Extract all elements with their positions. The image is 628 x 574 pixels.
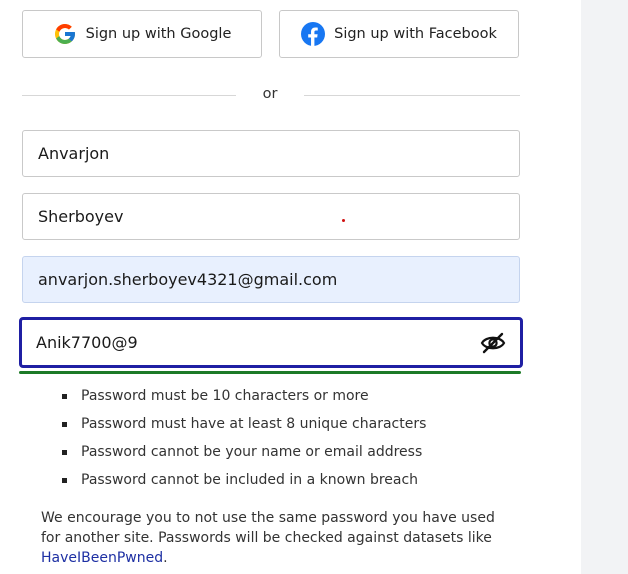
password-rule: Password must have at least 8 unique cha… (62, 414, 426, 442)
right-panel (581, 0, 628, 574)
password-strength-bar (19, 371, 521, 374)
facebook-button-label: Sign up with Facebook (334, 26, 497, 42)
divider-line-left (22, 95, 236, 96)
first-name-field[interactable]: Anvarjon (22, 130, 520, 177)
or-divider-text: or (262, 86, 278, 102)
password-rule: Password must be 10 characters or more (62, 386, 426, 414)
eye-slash-icon[interactable] (480, 332, 506, 354)
password-rule: Password cannot be your name or email ad… (62, 442, 426, 470)
red-dot-mark (342, 219, 345, 222)
bullet-icon (62, 422, 67, 427)
password-value: Anik7700@9 (36, 333, 138, 352)
note-text: We encourage you to not use the same pas… (41, 510, 495, 546)
sign-up-with-google-button[interactable]: Sign up with Google (22, 10, 262, 58)
haveibeenpwned-link[interactable]: HaveIBeenPwned (41, 550, 163, 566)
facebook-logo-icon (301, 22, 326, 46)
password-rules-list: Password must be 10 characters or more P… (62, 386, 426, 498)
email-field[interactable]: anvarjon.sherboyev4321@gmail.com (22, 256, 520, 303)
google-logo-icon (53, 22, 77, 46)
sign-up-with-facebook-button[interactable]: Sign up with Facebook (279, 10, 519, 58)
email-value: anvarjon.sherboyev4321@gmail.com (38, 270, 338, 289)
google-button-label: Sign up with Google (85, 26, 232, 42)
password-rule: Password cannot be included in a known b… (62, 470, 426, 498)
last-name-value: Sherboyev (38, 207, 124, 226)
password-reuse-note: We encourage you to not use the same pas… (41, 508, 511, 568)
note-suffix: . (163, 550, 168, 566)
last-name-field[interactable]: Sherboyev (22, 193, 520, 240)
bullet-icon (62, 478, 67, 483)
bullet-icon (62, 450, 67, 455)
divider-line-right (304, 95, 520, 96)
password-field[interactable]: Anik7700@9 (19, 317, 523, 368)
bullet-icon (62, 394, 67, 399)
first-name-value: Anvarjon (38, 144, 110, 163)
